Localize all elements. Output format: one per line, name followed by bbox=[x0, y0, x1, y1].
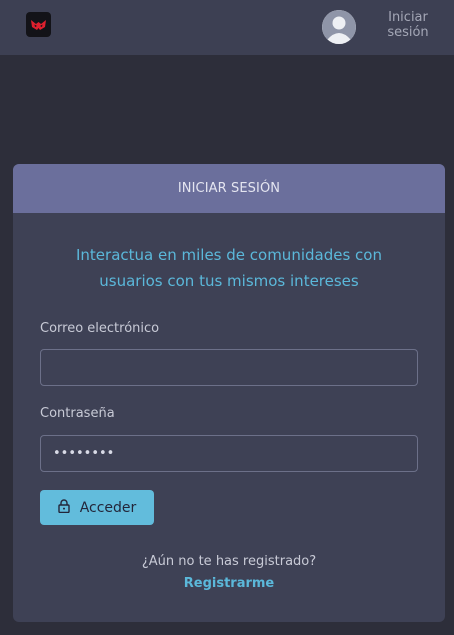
tagline-line1: Interactua en miles de comunidades con bbox=[76, 246, 382, 264]
password-label: Contraseña bbox=[40, 406, 115, 421]
login-card-header: INICIAR SESIÓN bbox=[13, 164, 445, 213]
user-avatar-icon[interactable] bbox=[322, 10, 356, 44]
top-navbar: Iniciar sesión bbox=[0, 0, 454, 55]
email-field[interactable] bbox=[40, 349, 418, 386]
login-nav-line2: sesión bbox=[387, 25, 429, 40]
red-mask-logo-icon[interactable] bbox=[26, 12, 51, 37]
submit-button-label: Acceder bbox=[79, 499, 137, 516]
register-question: ¿Aún no te has registrado? bbox=[141, 554, 317, 569]
register-link[interactable]: Registrarme bbox=[13, 576, 445, 591]
login-nav-line1: Iniciar bbox=[388, 10, 428, 25]
login-nav-link[interactable]: Iniciar sesión bbox=[372, 10, 444, 40]
tagline-line2: usuarios con tus mismos intereses bbox=[99, 272, 359, 290]
lock-icon bbox=[57, 498, 70, 517]
login-card: INICIAR SESIÓN Interactua en miles de co… bbox=[13, 164, 445, 622]
tagline: Interactua en miles de comunidades con u… bbox=[53, 242, 405, 294]
login-card-title: INICIAR SESIÓN bbox=[177, 181, 281, 196]
password-field[interactable] bbox=[40, 435, 418, 472]
submit-button[interactable]: Acceder bbox=[40, 490, 154, 525]
email-label: Correo electrónico bbox=[40, 321, 160, 336]
